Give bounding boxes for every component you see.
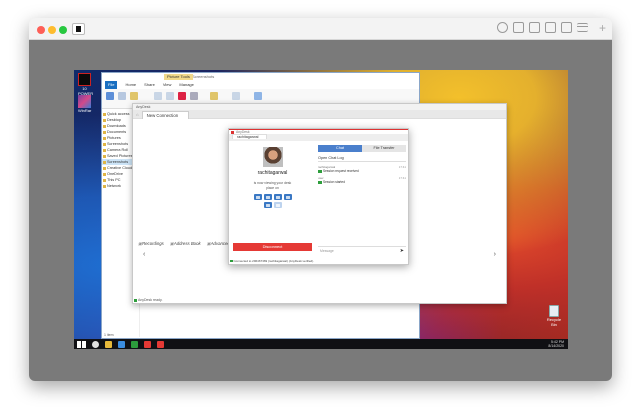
database-icon[interactable] [529,22,540,33]
explorer-status: 1 item [104,333,114,337]
file-icon[interactable] [273,194,282,200]
anydesk-taskbar-icon[interactable] [144,340,151,348]
clipboard-icon[interactable] [263,194,272,200]
session-tab[interactable]: rachitagarwal [232,134,268,139]
app-tile-icon [78,73,91,86]
archive-icon [78,95,91,108]
windows-start-icon[interactable] [77,340,86,348]
list-item: user 17:41 Session started [318,176,406,184]
delete-icon[interactable] [178,92,186,100]
copy-icon[interactable] [118,92,126,100]
session-window: AnyDesk rachitagarwal rachitagarwal is n… [228,128,409,265]
rename-icon[interactable] [190,92,198,100]
explorer-title: Screenshots [192,74,215,79]
session-status: Connected to 296467369 (rachitagarwal) (… [230,259,315,263]
clock-date: 8/14/2020 [548,344,564,348]
tab-home[interactable]: Home [125,81,136,89]
session-info: rachitagarwal is now viewing your desk p… [232,145,313,253]
tab-file[interactable]: File [105,81,118,89]
copy-to-icon[interactable] [166,92,174,100]
avatar [262,147,283,167]
folder-icon[interactable] [105,340,112,348]
close-window-button[interactable] [37,26,45,34]
ribbon-tabs: File Home Share View Manage [102,81,419,89]
minimize-window-button[interactable] [48,26,56,34]
explorer-titlebar: Screenshots Picture Tools [102,73,419,81]
chevron-left-icon[interactable]: ‹ [143,246,145,263]
taskbar: 5:42 PM 8/14/2020 [74,339,568,349]
home-icon[interactable]: ⌂ [133,112,142,117]
anydesk-status: AnyDesk ready. [134,298,162,302]
play-icon[interactable] [513,22,524,33]
pin-icon[interactable] [106,92,114,100]
lock-icon[interactable] [545,22,556,33]
session-title: AnyDesk [229,129,408,134]
disconnect-button[interactable]: Disconnect [233,243,312,251]
new-tab-button[interactable]: + [599,22,606,34]
chevron-right-icon[interactable]: › [494,246,496,263]
taskbar-clock[interactable]: 5:42 PM 8/14/2020 [548,340,564,348]
move-icon[interactable] [154,92,162,100]
chat-tabs: Chat File Transfer [318,145,406,152]
app-icon [72,23,85,35]
tab-new-connection[interactable]: New Connection [141,110,190,119]
edge-icon[interactable] [118,340,125,348]
keyboard-icon[interactable] [253,194,262,200]
fullscreen-window-button[interactable] [59,26,67,34]
trash-icon [549,305,559,317]
chat-icon[interactable] [497,22,508,33]
viewing-message: is now viewing your desk place on [232,181,313,190]
properties-icon[interactable] [232,92,240,100]
log-message: Session request received [318,169,406,173]
screen-icon[interactable] [263,202,272,208]
anydesk-tabbar: ⌂ New Connection [133,110,506,119]
open-chat-log-link[interactable]: Open Chat Log [318,156,406,162]
lock-icon[interactable] [273,202,282,208]
recycle-bin[interactable]: Recycle Bin [546,305,562,327]
recycle-bin-label: Recycle Bin [546,317,562,327]
log-message: Session started [318,180,406,184]
mac-titlebar: + [29,18,612,40]
desktop-icon-label: WinRar [78,108,92,113]
tab-file-transfer[interactable]: File Transfer [362,145,406,152]
search-icon[interactable] [92,340,99,348]
menu-icon[interactable] [577,23,588,32]
tab-share[interactable]: Share [144,81,155,89]
sound-icon[interactable] [283,194,292,200]
paste-icon[interactable] [130,92,138,100]
remote-desktop[interactable]: 10 POWER WinRar Recycle Bin Screenshots … [74,70,568,349]
chat-panel: Chat File Transfer Open Chat Log rachita… [318,145,406,254]
send-icon[interactable]: ➤ [400,247,404,255]
viewing-line: place on [266,185,279,190]
tab-manage[interactable]: Manage [179,81,193,89]
message-input[interactable]: Message ➤ [318,246,406,254]
remote-user-name: rachitagarwal [257,170,288,176]
list-item: rachitagarwal 17:41 Session request rece… [318,165,406,173]
desktop-icon-10power[interactable]: 10 POWER [78,73,93,96]
store-icon[interactable] [131,340,138,348]
picture-tools-tab[interactable]: Picture Tools [164,74,193,80]
permission-buttons [251,194,295,208]
anydesk-taskbar-icon[interactable] [157,340,164,348]
new-folder-icon[interactable] [210,92,218,100]
mac-window: + 10 POWER WinRar Recycle Bin Screenshot… [29,18,612,381]
desktop-icon-winrar[interactable]: WinRar [78,95,91,113]
remote-viewport: 10 POWER WinRar Recycle Bin Screenshots … [29,40,612,381]
tab-chat[interactable]: Chat [318,145,362,152]
tab-view[interactable]: View [163,81,172,89]
toolbar-icons [497,22,588,33]
session-tabbar: rachitagarwal [229,134,408,141]
keyboard-icon[interactable] [561,22,572,33]
select-all-icon[interactable] [254,92,262,100]
message-placeholder: Message [320,249,334,253]
